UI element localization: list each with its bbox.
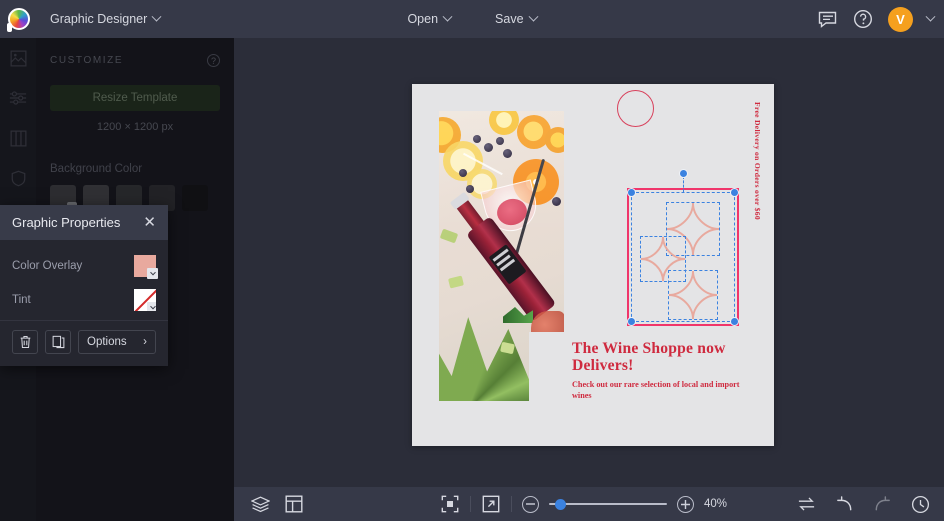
tint-row: Tint (12, 283, 156, 317)
resize-template-label: Resize Template (93, 92, 178, 104)
avatar[interactable]: V (888, 7, 913, 32)
chat-bubble-icon[interactable] (816, 8, 838, 30)
zoom-level-value: 40% (704, 498, 738, 510)
open-menu-label: Open (407, 12, 438, 26)
sidebar-item-layouts[interactable] (0, 118, 36, 158)
trash-icon[interactable] (12, 330, 38, 354)
bottom-bar-left (234, 494, 304, 514)
vertical-promo-text[interactable]: Free Delivery on Orders over $60 (752, 102, 762, 252)
graphic-properties-title: Graphic Properties (12, 215, 120, 230)
rotation-handle[interactable] (679, 169, 688, 178)
swap-arrows-icon[interactable] (796, 494, 816, 514)
bottom-bar: 40% (234, 487, 944, 521)
app-title-dropdown[interactable]: Graphic Designer (40, 7, 170, 31)
redo-arrow-icon[interactable] (872, 494, 892, 514)
plus-circle-icon[interactable] (677, 496, 694, 513)
sparkle-icon (669, 271, 717, 319)
close-icon[interactable]: ✕ (143, 215, 156, 230)
resize-handle-top-right[interactable] (730, 188, 739, 197)
resize-template-button[interactable]: Resize Template (50, 85, 220, 111)
top-bar: Graphic Designer Open Save (0, 0, 944, 38)
sliders-icon (9, 90, 27, 106)
toolbar-divider (470, 496, 471, 512)
chevron-down-icon (443, 11, 453, 21)
options-label: Options (87, 336, 127, 348)
app-root: Graphic Designer Open Save (0, 0, 944, 521)
tint-swatch[interactable] (134, 289, 156, 311)
avatar-initial: V (896, 12, 905, 27)
bottom-bar-right (796, 494, 930, 514)
graphic-properties-header: Graphic Properties ✕ (0, 205, 168, 240)
shield-icon (10, 170, 27, 187)
rotation-connector (683, 176, 685, 192)
background-color-label: Background Color (50, 163, 220, 175)
zoom-slider-track (549, 503, 667, 505)
graphic-properties-actions: Options › (0, 320, 168, 366)
zoom-slider[interactable] (549, 497, 667, 511)
resize-handle-bottom-left[interactable] (627, 317, 636, 326)
resize-handle-top-left[interactable] (627, 188, 636, 197)
app-logo[interactable] (0, 0, 38, 38)
layers-icon[interactable] (250, 494, 270, 514)
sidebar-item-overlays[interactable] (0, 158, 36, 198)
color-overlay-row: Color Overlay (12, 249, 156, 283)
subline-text[interactable]: Check out our rare selection of local an… (572, 380, 744, 401)
minus-circle-icon[interactable] (522, 496, 539, 513)
history-clock-icon[interactable] (910, 494, 930, 514)
avatar-chevron-down-icon[interactable] (926, 11, 936, 21)
undo-arrow-icon[interactable] (834, 494, 854, 514)
template-dimensions: 1200 × 1200 px (50, 121, 220, 133)
circle-decoration (617, 90, 654, 127)
open-menu-button[interactable]: Open (396, 7, 462, 31)
panels-icon[interactable] (284, 494, 304, 514)
question-circle-icon[interactable] (852, 8, 874, 30)
panel-title: CUSTOMIZE (50, 55, 123, 66)
chevron-down-icon (147, 268, 158, 279)
image-icon (10, 50, 27, 67)
color-wheel-logo-icon (8, 8, 30, 30)
chevron-down-icon (528, 11, 538, 21)
color-swatch[interactable] (182, 185, 208, 211)
artboard[interactable]: Free Delivery on Orders over $60 The Win… (412, 84, 774, 446)
save-menu-label: Save (495, 12, 524, 26)
tint-label: Tint (12, 294, 31, 306)
color-overlay-label: Color Overlay (12, 260, 82, 272)
headline-text[interactable]: The Wine Shoppe now Delivers! (572, 340, 750, 375)
canvas-stage[interactable]: Free Delivery on Orders over $60 The Win… (234, 38, 944, 487)
chevron-right-icon: › (143, 336, 147, 348)
columns-icon (10, 130, 27, 147)
graphic-properties-popover: Graphic Properties ✕ Color Overlay Tint (0, 205, 168, 366)
save-menu-button[interactable]: Save (484, 7, 548, 31)
top-bar-actions: V (816, 0, 934, 38)
sidebar-item-adjust[interactable] (0, 78, 36, 118)
color-overlay-swatch[interactable] (134, 255, 156, 277)
zoom-slider-knob[interactable] (555, 499, 566, 510)
graphic-properties-body: Color Overlay Tint (0, 240, 168, 317)
toolbar-divider (511, 496, 512, 512)
options-button[interactable]: Options › (78, 330, 156, 354)
chevron-down-icon (147, 302, 156, 311)
question-mark-icon[interactable]: ? (207, 54, 220, 67)
sidebar-item-images[interactable] (0, 38, 36, 78)
chevron-down-icon (152, 11, 162, 21)
sparkle-graphic-3[interactable] (668, 270, 718, 320)
panel-header: CUSTOMIZE ? (50, 54, 220, 67)
fit-to-screen-icon[interactable] (440, 494, 460, 514)
duplicate-icon[interactable] (45, 330, 71, 354)
resize-handle-bottom-right[interactable] (730, 317, 739, 326)
app-title-label: Graphic Designer (50, 12, 147, 26)
expand-arrow-icon[interactable] (481, 494, 501, 514)
